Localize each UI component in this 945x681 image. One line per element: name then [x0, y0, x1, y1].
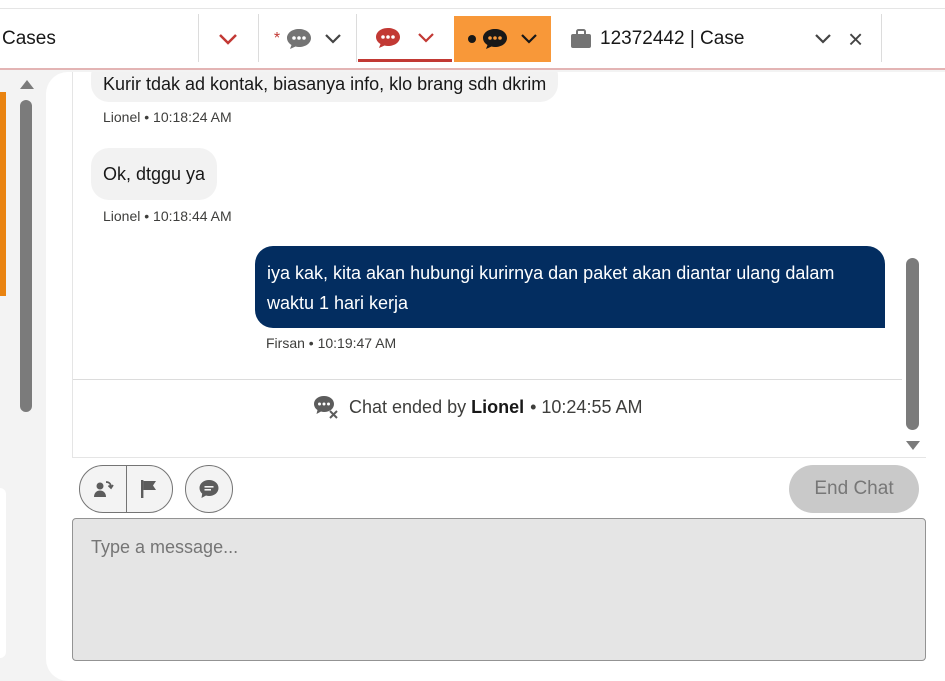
chat-bubble-icon — [376, 27, 400, 48]
flag-icon — [141, 480, 157, 498]
chat-action-button-group — [79, 465, 173, 513]
message-bubble-icon — [199, 480, 219, 498]
chevron-down-icon — [418, 32, 434, 43]
incoming-message-bubble: Kurir tdak ad kontak, biasanya info, klo… — [91, 72, 559, 102]
workspace-tab-bar: Cases * 12372442 | Case × — [0, 0, 945, 70]
transfer-user-icon — [93, 481, 114, 497]
message-text: iya kak, kita akan hubungi kurirnya dan … — [267, 263, 835, 313]
transfer-button[interactable] — [80, 466, 126, 512]
chat-ended-prefix: Chat ended by — [349, 396, 467, 417]
chat-bubble-icon — [287, 29, 312, 49]
outgoing-message-bubble: iya kak, kita akan hubungi kurirnya dan … — [255, 246, 885, 328]
chat-ended-agent: Lionel — [471, 396, 525, 417]
message-text: Kurir tdak ad kontak, biasanya info, klo… — [103, 74, 547, 94]
tab-cases[interactable]: Cases — [0, 16, 198, 62]
flag-button[interactable] — [125, 466, 173, 512]
chat-ended-notice: Chat ended by Lionel • 10:24:55 AM — [313, 395, 642, 419]
end-chat-button[interactable]: End Chat — [789, 465, 919, 513]
tab-chat-new-message[interactable] — [454, 16, 551, 62]
new-message-dot-icon — [467, 35, 476, 43]
scroll-up-arrow-icon[interactable] — [20, 80, 34, 89]
chat-ended-icon — [314, 396, 338, 419]
left-accent-bar — [0, 92, 6, 296]
quick-text-button[interactable] — [185, 465, 233, 513]
tab-case-title: 12372442 | Case — [600, 28, 745, 49]
scroll-down-arrow-icon[interactable] — [906, 441, 920, 450]
briefcase-icon — [571, 29, 591, 48]
chat-ended-divider — [73, 379, 902, 380]
chevron-down-icon — [219, 34, 237, 45]
message-meta: Lionel • 10:18:44 AM — [103, 208, 232, 224]
message-input[interactable] — [72, 518, 926, 661]
incoming-message-bubble: Ok, dtggu ya — [91, 148, 218, 200]
message-meta: Firsan • 10:19:47 AM — [266, 335, 397, 351]
tab-divider — [356, 14, 357, 62]
chevron-down-icon — [520, 34, 537, 44]
chat-transcript: Kurir tdak ad kontak, biasanya info, klo… — [72, 72, 902, 457]
tab-divider — [258, 14, 259, 62]
left-scrollbar-thumb[interactable] — [20, 100, 32, 412]
unsaved-marker: * — [273, 30, 281, 47]
message-meta: Lionel • 10:18:24 AM — [103, 109, 232, 125]
left-panel-card — [0, 488, 6, 658]
close-tab-icon[interactable]: × — [848, 26, 863, 52]
chevron-down-icon — [325, 34, 341, 44]
chat-scrollbar-thumb[interactable] — [906, 258, 919, 430]
message-text: Ok, dtggu ya — [103, 164, 206, 184]
chat-bubble-icon — [482, 29, 507, 49]
tab-cases-label: Cases — [2, 28, 56, 49]
tab-divider — [881, 14, 882, 62]
tab-chat-active[interactable] — [358, 16, 452, 62]
tab-cases-menu-button[interactable] — [198, 16, 258, 62]
chevron-down-icon[interactable] — [814, 33, 832, 45]
chat-toolbar: End Chat — [72, 457, 926, 519]
tab-chat-typing[interactable]: * — [260, 16, 356, 62]
chat-ended-time: • 10:24:55 AM — [530, 396, 643, 417]
tab-case[interactable]: 12372442 | Case × — [556, 16, 882, 62]
